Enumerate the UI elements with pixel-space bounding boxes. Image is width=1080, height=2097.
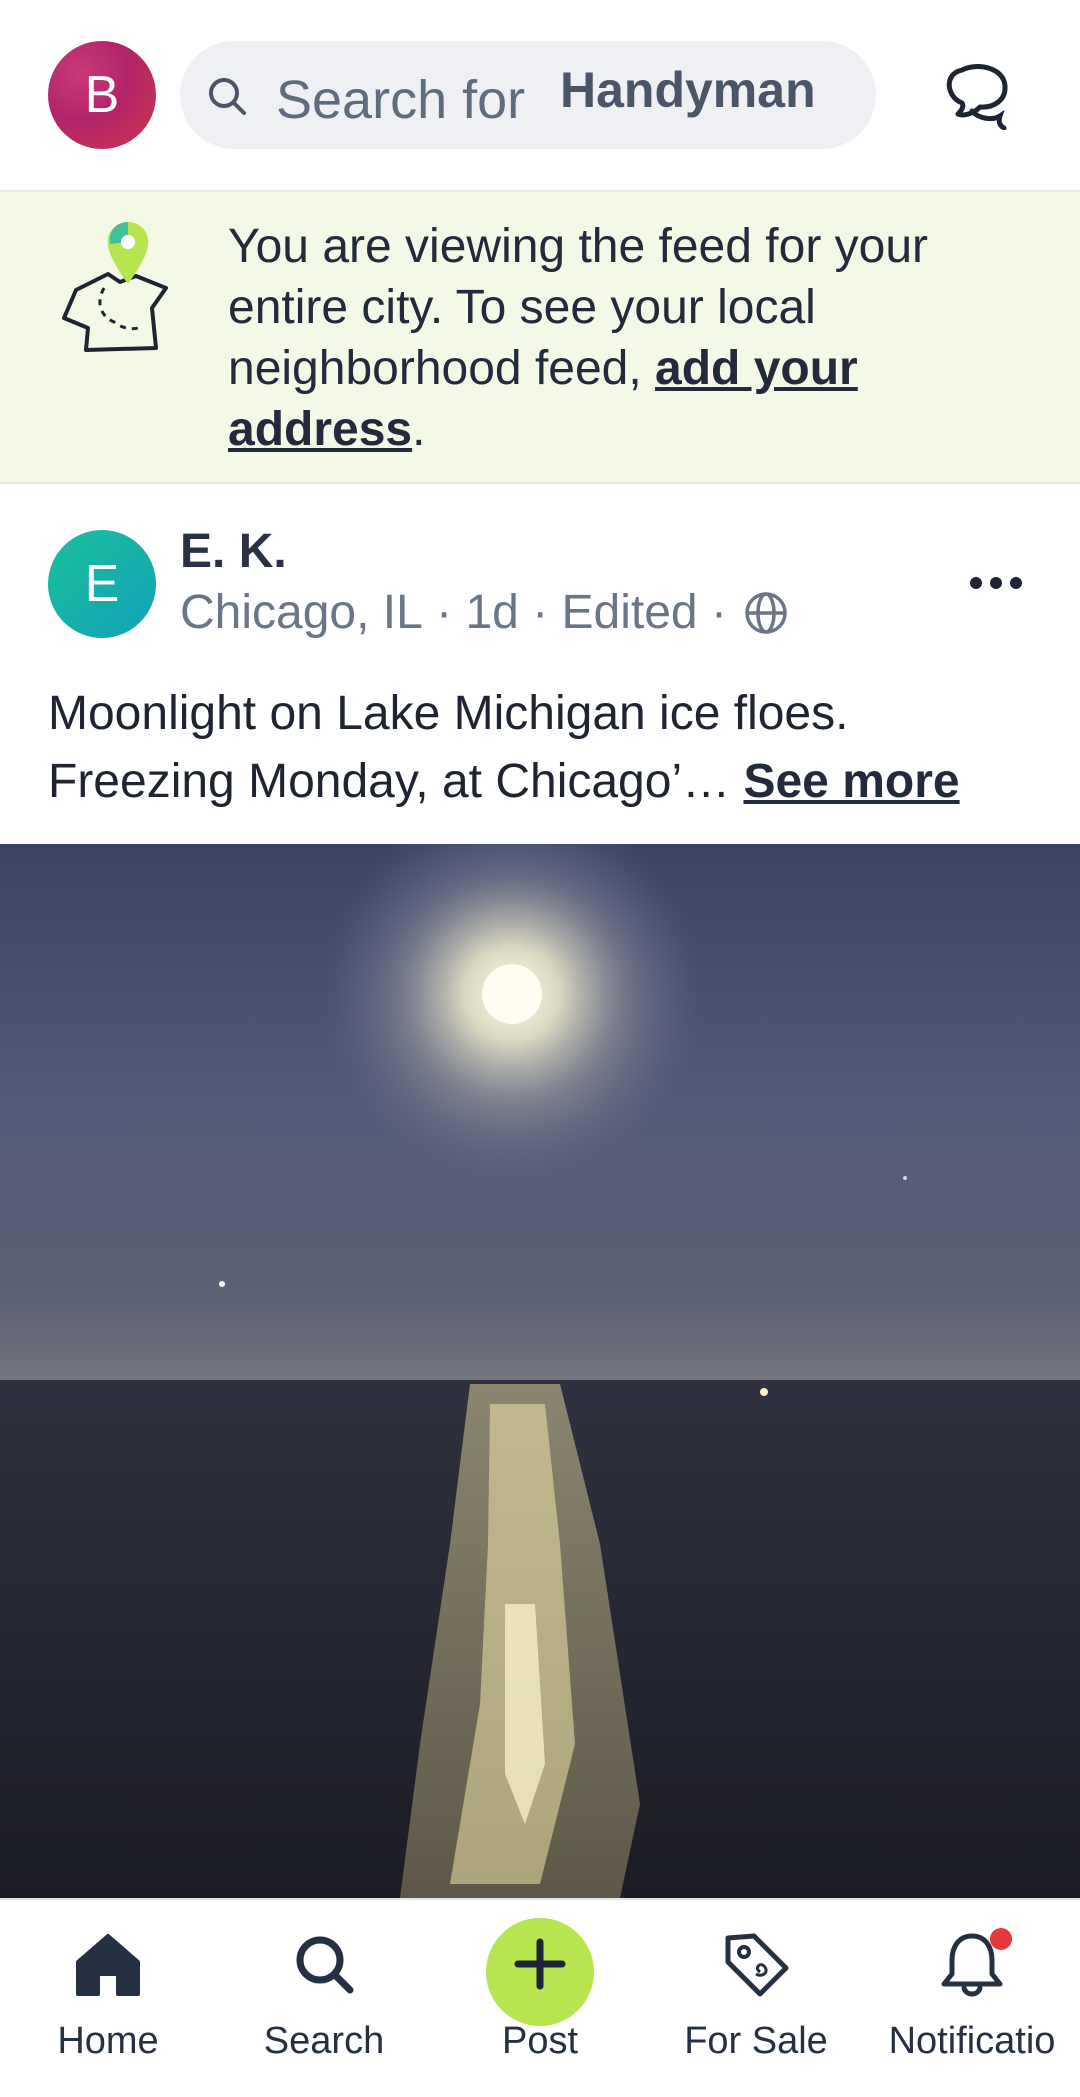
search-icon (209, 78, 246, 115)
search-placeholder: Search for (276, 70, 526, 130)
meta-separator: · (422, 586, 466, 639)
meta-separator: · (518, 586, 562, 639)
profile-avatar[interactable]: B (48, 41, 156, 149)
plus-icon (514, 1938, 566, 1990)
nav-search[interactable]: Search (216, 1900, 432, 2097)
search-suggestion: Handyman (560, 62, 816, 118)
post-photo[interactable] (0, 844, 1080, 1898)
nav-post[interactable]: Post (432, 1900, 648, 2097)
nav-home[interactable]: Home (0, 1900, 216, 2097)
more-options-icon[interactable] (966, 566, 1026, 600)
meta-separator: · (697, 586, 727, 639)
nav-search-label: Search (263, 2020, 385, 2062)
home-icon (76, 1934, 140, 1996)
nav-notifications[interactable]: Notificatio (864, 1900, 1080, 2097)
notification-badge (990, 1928, 1012, 1950)
top-header: B Search for Handyman (0, 0, 1080, 192)
search-icon (296, 1936, 354, 1994)
nav-post-label: Post (501, 2020, 579, 2062)
author-avatar-letter: E (84, 555, 120, 613)
post-text: Moonlight on Lake Michigan ice floes. Fr… (48, 687, 849, 808)
chat-icon[interactable] (942, 62, 1012, 130)
banner-text-end: . (412, 403, 426, 456)
moonlight-lake-image (0, 844, 1080, 1898)
post-edited: Edited (561, 586, 698, 639)
city-feed-banner: You are viewing the feed for your entire… (0, 192, 1080, 484)
nav-for-sale-label: For Sale (684, 2020, 828, 2062)
nav-home-label: Home (57, 2020, 159, 2062)
post-time: 1d (465, 586, 519, 639)
globe-icon (745, 591, 787, 634)
nav-for-sale[interactable]: For Sale (648, 1900, 864, 2097)
post-body: Moonlight on Lake Michigan ice floes. Fr… (48, 680, 1038, 816)
author-avatar[interactable]: E (48, 530, 156, 638)
bottom-navigation: Home Search Post For Sale Notificatio (0, 1898, 1080, 2097)
see-more-link[interactable]: See more (743, 755, 959, 808)
post-meta: Chicago, IL · 1d · Edited · (180, 585, 789, 640)
search-bar[interactable]: Search for Handyman (180, 41, 876, 149)
map-pin-illustration-icon (62, 222, 168, 352)
nav-notifications-label: Notificatio (888, 2020, 1056, 2062)
banner-message: You are viewing the feed for your entire… (228, 216, 1028, 460)
post-location: Chicago, IL (180, 586, 423, 639)
author-name[interactable]: E. K. (180, 524, 287, 579)
price-tag-icon (725, 1933, 789, 1997)
profile-avatar-letter: B (84, 66, 120, 124)
